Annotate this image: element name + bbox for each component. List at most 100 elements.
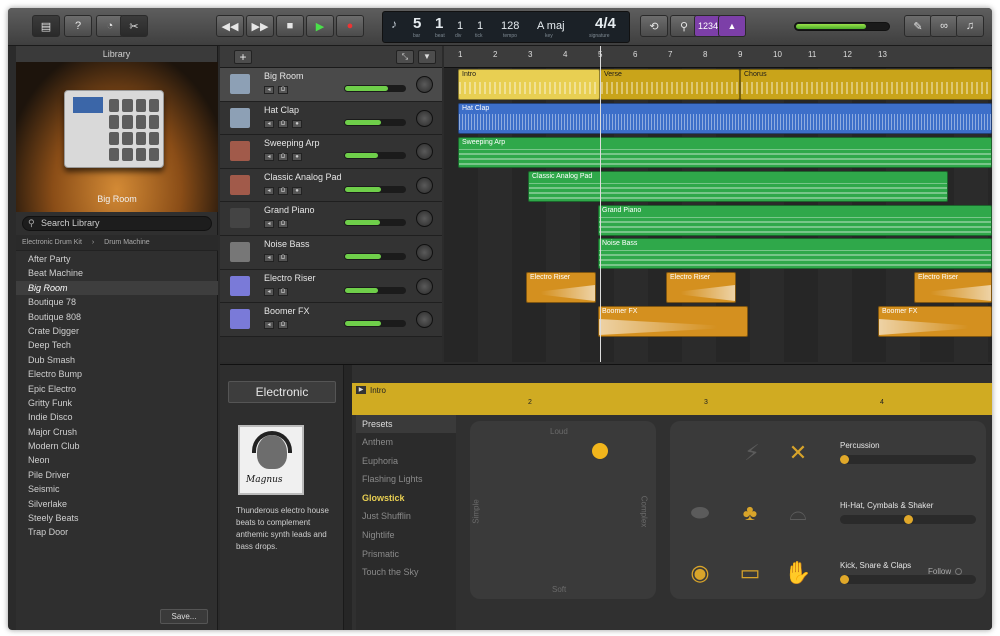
editors-button[interactable]: ✂ [120,15,148,37]
mute-button[interactable]: ◂ [264,254,274,262]
fx-region-electro-riser[interactable]: Electro Riser [914,272,992,303]
hand-clap-icon[interactable]: ✋ [784,559,812,587]
xy-puck[interactable] [592,443,608,459]
headphones-icon[interactable]: Ω [278,153,288,162]
library-item[interactable]: Gritty Funk [16,396,218,410]
search-library-input[interactable]: ⚲ Search Library [22,216,212,231]
drummer-region-chorus[interactable]: Chorus [740,69,992,100]
library-item[interactable]: Beat Machine [16,266,218,280]
follow-checkbox[interactable] [955,568,963,576]
quick-help-button[interactable]: ? [64,15,92,37]
library-item[interactable]: Electro Bump [16,367,218,381]
library-item[interactable]: Boutique 808 [16,310,218,324]
pan-knob[interactable] [416,143,433,161]
pan-knob[interactable] [416,210,433,228]
headphones-icon[interactable]: Ω [278,220,288,229]
smart-tempo-button[interactable]: ▼ [418,50,436,64]
pan-knob[interactable] [416,244,433,261]
preset-item[interactable]: Touch the Sky [356,563,456,582]
mute-button[interactable]: ◂ [264,287,274,296]
master-volume-slider[interactable] [794,22,890,31]
preset-item[interactable]: Euphoria [356,452,456,471]
stop-button[interactable]: ■ [276,15,304,37]
library-item[interactable]: Steely Beats [16,511,218,525]
preset-item[interactable]: Flashing Lights [356,470,456,489]
library-item[interactable]: Crate Digger [16,324,218,338]
library-item[interactable]: Silverlake [16,497,218,511]
breadcrumb-item[interactable]: Drum Machine [104,239,150,246]
mute-button[interactable]: ◂ [264,86,274,94]
fx-region-electro-riser[interactable]: Electro Riser [666,272,736,303]
mute-button[interactable]: ◂ [264,220,274,229]
drummer-region-intro[interactable]: Intro [458,69,600,100]
drummer-avatar[interactable]: Magnus [238,425,304,495]
drummer-region-verse[interactable]: Verse [600,69,740,100]
mute-button[interactable]: ◂ [264,153,274,162]
track-header[interactable]: Grand Piano ◂ Ω [220,202,442,236]
genre-selector-button[interactable]: Electronic [228,381,336,403]
track-header[interactable]: Big Room ◂ Ω [220,68,442,102]
library-item[interactable]: Modern Club [16,439,218,453]
headphones-icon[interactable]: Ω [278,254,288,262]
fx-region-boomer-fx[interactable]: Boomer FX [878,306,992,337]
library-item[interactable]: Neon [16,453,218,467]
library-item[interactable]: Dub Smash [16,353,218,367]
playhead[interactable] [600,46,601,362]
track-volume-slider[interactable] [344,85,406,92]
audio-region-hat-clap[interactable]: Hat Clap [458,103,992,134]
metronome-button[interactable]: ▲ [718,15,746,37]
library-item[interactable]: Major Crush [16,425,218,439]
track-header[interactable]: Noise Bass ◂ Ω [220,236,442,270]
headphones-icon[interactable]: Ω [278,186,288,195]
preset-item[interactable]: Just Shufflin [356,507,456,526]
pan-knob[interactable] [416,176,433,194]
track-header[interactable]: Classic Analog Pad ◂ Ω ● [220,168,442,203]
kick-drum-icon[interactable]: ◉ [686,559,714,587]
library-item[interactable]: Boutique 78 [16,295,218,309]
slider-thumb[interactable] [903,515,913,524]
headphones-icon[interactable]: Ω [278,287,288,296]
midi-region-classic-analog-pad[interactable]: Classic Analog Pad [528,171,948,202]
library-item[interactable]: Big Room [16,280,218,296]
pan-knob[interactable] [416,311,433,329]
shaker-icon[interactable]: ♣ [736,499,764,527]
sticks-icon[interactable]: ✕ [784,439,812,467]
breadcrumb-item[interactable]: Electronic Drum Kit [22,239,82,246]
library-item[interactable]: Trap Door [16,525,218,539]
save-button[interactable]: Save... [160,609,208,624]
track-volume-slider[interactable] [344,118,406,126]
fx-region-electro-riser[interactable]: Electro Riser [526,272,596,303]
notepad-button[interactable]: ✎ [904,15,932,37]
headphones-icon[interactable]: Ω [278,119,288,128]
xy-pad[interactable]: Loud Soft Simple Complex [470,421,656,599]
percussion-slider[interactable] [840,455,976,464]
headphones-icon[interactable]: Ω [278,86,288,94]
timeline-ruler[interactable]: 12345678910111213 [444,46,992,68]
editor-region-ruler[interactable]: ▶ Intro 2 3 4 [352,383,992,415]
cymbal-icon[interactable]: ⌓ [784,499,812,527]
headphones-icon[interactable]: Ω [278,321,288,330]
midi-region-sweeping-arp[interactable]: Sweeping Arp [458,137,992,168]
library-item[interactable]: Epic Electro [16,382,218,396]
play-button[interactable]: ▶ [306,15,334,37]
catch-playhead-button[interactable]: ⤡ [396,50,414,64]
cycle-button[interactable]: ⟲ [640,15,668,37]
track-header[interactable]: Sweeping Arp ◂ Ω ● [220,135,442,169]
track-volume-slider[interactable] [344,253,406,260]
fx-region-boomer-fx[interactable]: Boomer FX [598,306,748,337]
track-volume-slider[interactable] [344,320,406,328]
library-item[interactable]: Indie Disco [16,410,218,424]
library-item[interactable]: Pile Driver [16,468,218,482]
hihat-slider[interactable] [840,515,976,524]
preset-item[interactable]: Anthem [356,433,456,452]
loop-browser-button[interactable]: ∞ [930,15,958,37]
track-volume-slider[interactable] [344,286,406,294]
media-browser-button[interactable]: ♫ [956,15,984,37]
library-toggle-button[interactable]: ▤ [32,15,60,37]
slider-thumb[interactable] [840,455,849,464]
midi-region-grand-piano[interactable]: Grand Piano [598,205,992,236]
track-volume-slider[interactable] [344,152,406,160]
lightning-icon[interactable]: ⚡ [738,439,766,467]
pan-knob[interactable] [416,76,433,93]
pan-knob[interactable] [416,277,433,295]
